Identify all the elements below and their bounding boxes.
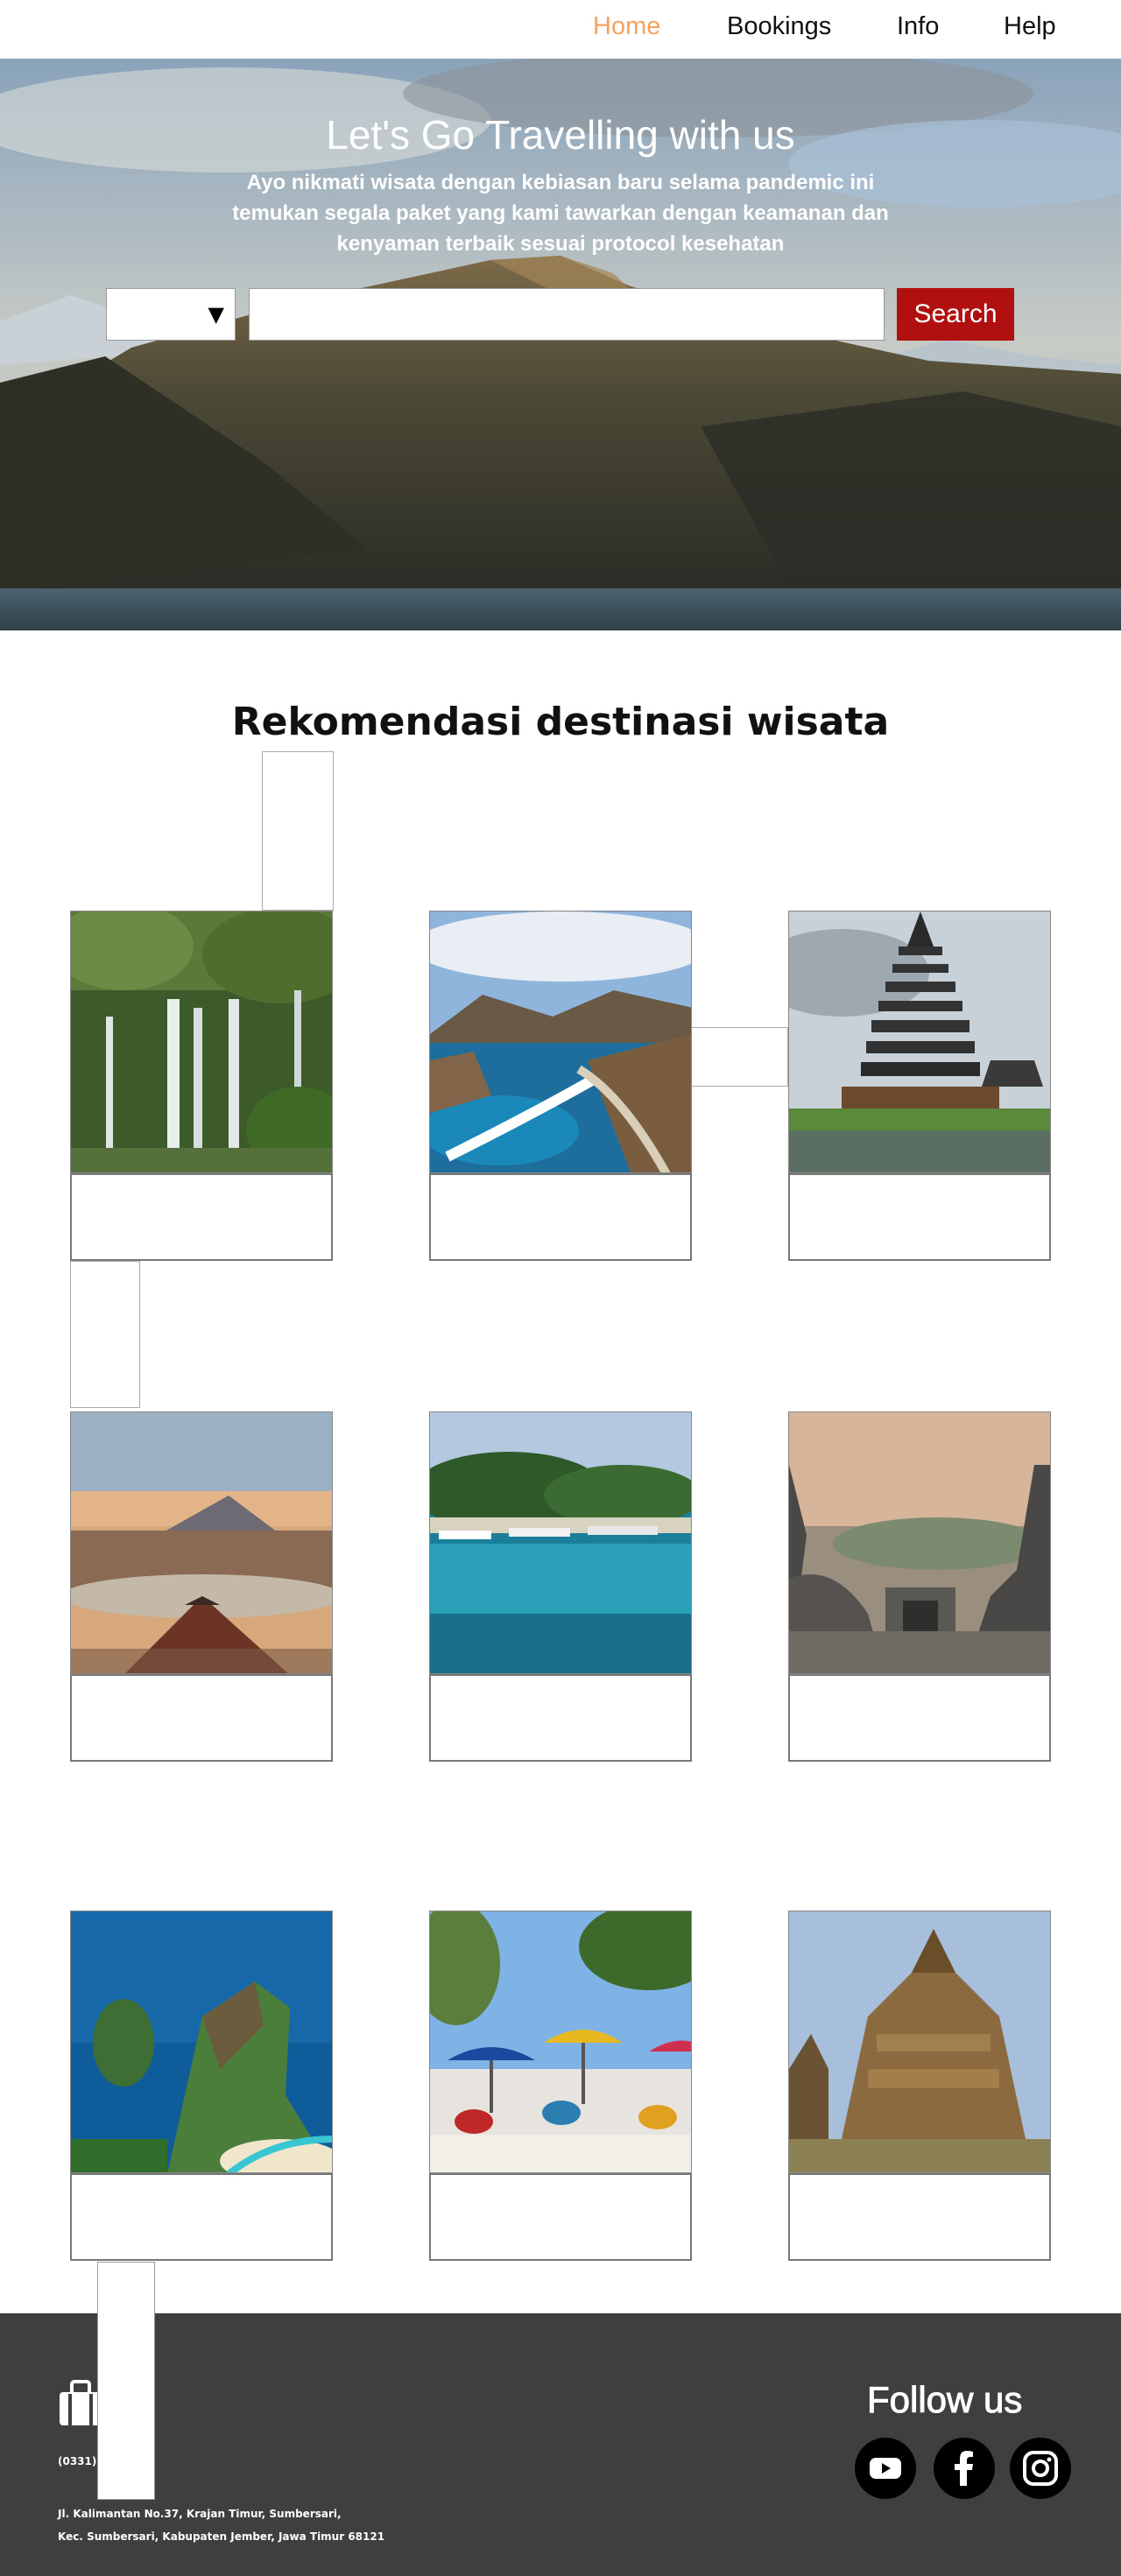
destination-image-waterfall[interactable]: [70, 911, 333, 1173]
destination-caption: [429, 1674, 692, 1762]
destination-select[interactable]: ▼: [106, 288, 236, 341]
empty-placeholder-box: [97, 2262, 155, 2500]
hero-title: Let's Go Travelling with us: [326, 112, 795, 158]
destination-caption: [429, 2173, 692, 2261]
empty-placeholder-box: [262, 751, 334, 911]
destination-caption: [70, 2173, 333, 2261]
empty-placeholder-box: [70, 1261, 140, 1408]
nav-home-link[interactable]: Home: [593, 12, 660, 41]
hero-subtitle: Ayo nikmati wisata dengan kebiasan baru …: [232, 171, 889, 256]
destination-image-stupa-temple[interactable]: [788, 1411, 1051, 1674]
instagram-link[interactable]: [1010, 2438, 1071, 2499]
destination-image-temple-pagoda[interactable]: [788, 911, 1051, 1173]
facebook-icon: [955, 2451, 973, 2486]
destination-caption: [788, 1674, 1051, 1762]
destination-caption: [788, 2173, 1051, 2261]
footer: (0331) 3 Jl. Kalimantan No.37, Krajan Ti…: [0, 2313, 1121, 2576]
footer-address-line1: Jl. Kalimantan No.37, Krajan Timur, Sumb…: [58, 2508, 342, 2520]
destination-caption: [429, 1173, 692, 1261]
top-nav: Home Bookings Info Help: [0, 0, 1121, 59]
footer-address-line2: Kec. Sumbersari, Kabupaten Jember, Jawa …: [58, 2530, 385, 2543]
destination-image-hindu-temple[interactable]: [788, 1911, 1051, 2173]
facebook-link[interactable]: [934, 2438, 995, 2499]
destination-image-cliff-coast[interactable]: [70, 1911, 333, 2173]
destination-image-beach-boats[interactable]: [429, 1411, 692, 1674]
empty-placeholder-box: [690, 1027, 788, 1087]
destination-image-island-bay[interactable]: [429, 911, 692, 1173]
youtube-link[interactable]: [855, 2438, 916, 2499]
nav-help-link[interactable]: Help: [1004, 12, 1056, 41]
nav-bookings-link[interactable]: Bookings: [727, 12, 831, 41]
search-input[interactable]: [249, 288, 885, 341]
destination-caption: [788, 1173, 1051, 1261]
youtube-icon: [870, 2458, 901, 2479]
hero-banner: Let's Go Travelling with us Ayo nikmati …: [0, 59, 1121, 630]
section-title: Rekomendasi destinasi wisata: [231, 700, 890, 744]
search-button[interactable]: Search: [897, 288, 1014, 341]
destination-caption: [70, 1674, 333, 1762]
destination-image-beach-umbrellas[interactable]: [429, 1911, 692, 2173]
instagram-icon: [1023, 2451, 1058, 2486]
destination-image-volcano[interactable]: [70, 1411, 333, 1674]
destination-caption: [70, 1173, 333, 1261]
nav-info-link[interactable]: Info: [897, 12, 939, 41]
dropdown-arrow-icon: ▼: [208, 302, 224, 327]
follow-us-heading: Follow us: [866, 2379, 1023, 2421]
